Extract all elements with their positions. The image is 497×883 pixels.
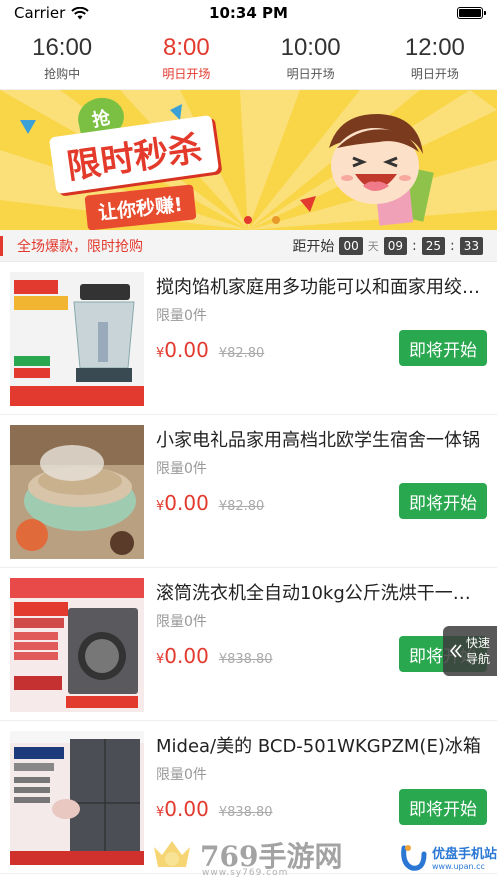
coming-soon-button[interactable]: 即将开始 (399, 330, 487, 366)
price-row: ¥0.00 ¥82.80 (156, 338, 264, 362)
product-info: 小家电礼品家用高档北欧学生宿舍一体锅 限量0件 ¥0.00 ¥82.80 即将开… (144, 425, 487, 557)
product-limit: 限量0件 (156, 308, 207, 324)
watermark-769: 769手游网 www.sy769.com (150, 830, 342, 880)
tab-time: 12:00 (404, 33, 465, 61)
product-name[interactable]: Midea/美的 BCD-501WKGPZM(E)冰箱 (156, 732, 483, 758)
sale-price: 0.00 (164, 491, 209, 515)
coming-soon-button[interactable]: 即将开始 (399, 483, 487, 519)
tab-time: 10:00 (280, 33, 341, 61)
original-price: ¥82.80 (218, 346, 265, 361)
sale-slogan: 全场爆款，限时抢购 (0, 235, 143, 256)
product-image-washing-machine[interactable] (10, 578, 144, 712)
product-info: 滚筒洗衣机全自动10kg公斤洗烘干一体机 限量0件 ¥0.00 ¥838.80 … (144, 578, 487, 710)
countdown-minutes: 25 (421, 236, 445, 255)
status-bar: Carrier 10:34 PM (0, 0, 497, 26)
price-row: ¥0.00 ¥838.80 (156, 644, 273, 668)
original-price: ¥838.80 (218, 805, 273, 820)
quick-nav-button[interactable]: 快速 导航 (443, 626, 497, 676)
battery-icon (457, 7, 486, 19)
countdown-bar: 全场爆款，限时抢购 距开始 00 天 09 : 25 : 33 (0, 230, 497, 262)
colon: : (412, 237, 417, 254)
tab-time: 16:00 (32, 33, 93, 61)
original-price: ¥82.80 (218, 499, 265, 514)
wifi-icon (71, 6, 90, 19)
crown-logo-icon (154, 841, 190, 867)
tab-status: 明日开场 (410, 66, 459, 81)
tab-status: 明日开场 (286, 66, 335, 81)
product-image-meat-grinder[interactable] (10, 272, 144, 406)
countdown-days: 00 (339, 236, 363, 255)
product-image-refrigerator[interactable] (10, 731, 144, 865)
tab-8-00[interactable]: 8:00 明日开场 (124, 26, 248, 89)
price-row: ¥0.00 ¥82.80 (156, 491, 264, 515)
product-name[interactable]: 滚筒洗衣机全自动10kg公斤洗烘干一体机 (156, 579, 483, 605)
countdown-label: 距开始 (292, 238, 335, 255)
countdown-timer: 距开始 00 天 09 : 25 : 33 (292, 236, 483, 256)
tab-status: 明日开场 (162, 66, 211, 81)
session-tabs: 16:00 抢购中 8:00 明日开场 10:00 明日开场 12:00 明日开… (0, 26, 497, 90)
colon: : (450, 237, 455, 254)
product-list: 搅肉馅机家庭用多功能可以和面家用绞肉机 限量0件 ¥0.00 ¥82.80 即将… (0, 262, 497, 874)
price-row: ¥0.00 ¥838.80 (156, 797, 273, 821)
carrier-label: Carrier (14, 4, 66, 22)
product-info: 搅肉馅机家庭用多功能可以和面家用绞肉机 限量0件 ¥0.00 ¥82.80 即将… (144, 272, 487, 404)
product-item[interactable]: 搅肉馅机家庭用多功能可以和面家用绞肉机 限量0件 ¥0.00 ¥82.80 即将… (0, 262, 497, 415)
double-chevron-left-icon (449, 644, 462, 658)
carousel-dot[interactable] (272, 216, 280, 224)
watermark-site-url: www.upan.cc (432, 862, 485, 871)
product-limit: 限量0件 (156, 461, 207, 477)
carrier-group: Carrier (14, 4, 90, 22)
tab-10-00[interactable]: 10:00 明日开场 (249, 26, 373, 89)
countdown-hours: 09 (383, 236, 407, 255)
carousel-dot[interactable] (244, 216, 252, 224)
product-item[interactable]: 滚筒洗衣机全自动10kg公斤洗烘干一体机 限量0件 ¥0.00 ¥838.80 … (0, 568, 497, 721)
watermark-site-url: www.sy769.com (202, 868, 289, 878)
upan-logo-icon (401, 845, 427, 871)
tab-12-00[interactable]: 12:00 明日开场 (373, 26, 497, 89)
sale-price: 0.00 (164, 644, 209, 668)
quick-nav-label-line2: 导航 (465, 652, 490, 666)
original-price: ¥838.80 (218, 652, 273, 667)
tab-time: 8:00 (163, 33, 210, 61)
watermark-site-name: 优盘手机站 (432, 847, 497, 862)
cartoon-girl-illustration (329, 113, 434, 226)
tab-status: 抢购中 (44, 66, 81, 81)
product-item[interactable]: 小家电礼品家用高档北欧学生宿舍一体锅 限量0件 ¥0.00 ¥82.80 即将开… (0, 415, 497, 568)
product-limit: 限量0件 (156, 614, 207, 630)
product-name[interactable]: 小家电礼品家用高档北欧学生宿舍一体锅 (156, 426, 483, 452)
tab-16-00[interactable]: 16:00 抢购中 (0, 26, 124, 89)
sale-price: 0.00 (164, 338, 209, 362)
quick-nav-label-line1: 快速 (465, 636, 490, 650)
coming-soon-button[interactable]: 即将开始 (399, 789, 487, 825)
day-unit: 天 (367, 239, 379, 253)
flash-sale-banner[interactable]: 抢 限时秒杀 让你秒赚! (0, 90, 497, 230)
product-image-hotpot[interactable] (10, 425, 144, 559)
countdown-seconds: 33 (459, 236, 483, 255)
sale-price: 0.00 (164, 797, 209, 821)
watermark-upan: 优盘手机站 www.upan.cc (398, 842, 497, 872)
product-name[interactable]: 搅肉馅机家庭用多功能可以和面家用绞肉机 (156, 273, 483, 299)
product-limit: 限量0件 (156, 767, 207, 783)
